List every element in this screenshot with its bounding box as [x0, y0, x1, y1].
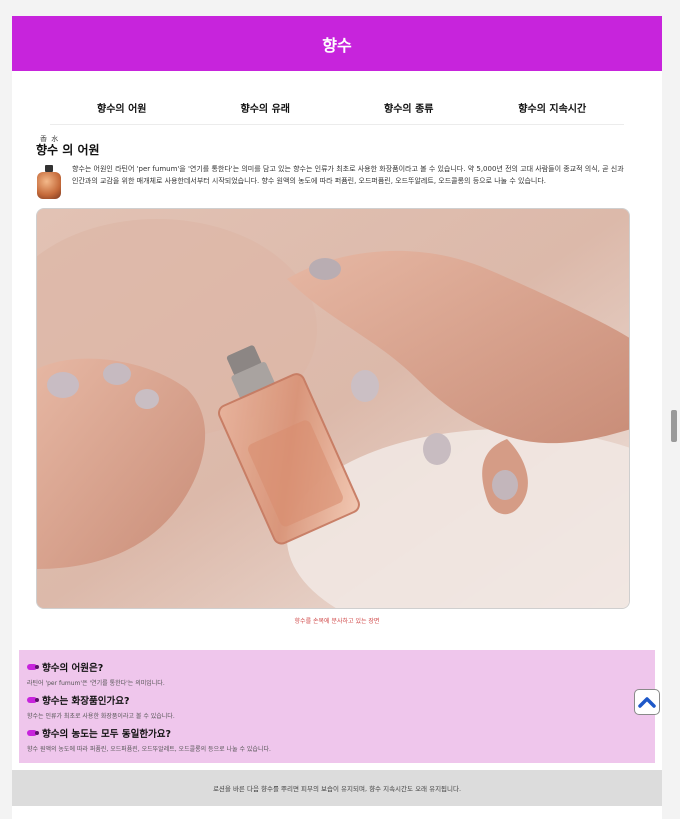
faq-question-text: 향수의 농도는 모두 동일한가요? — [42, 729, 172, 740]
page-container: 향수 향수의 어원 향수의 유래 향수의 종류 향수의 지속시간 香 水 향수 … — [12, 16, 662, 819]
faq-item: 향수는 화장품인가요? 향수는 인류가 최초로 사용한 화장품이라고 볼 수 있… — [27, 693, 647, 720]
site-title: 향수 — [322, 35, 352, 55]
faq-question-text: 향수는 화장품인가요? — [42, 696, 130, 707]
faq-question[interactable]: 향수는 화장품인가요? — [27, 693, 647, 707]
faq-answer: 향수 원액의 농도에 따라 퍼퓸린, 오드퍼퓸린, 오드뚜알레트, 오드콜롱의 … — [27, 746, 271, 753]
perfume-icon — [27, 730, 39, 736]
faq-item: 향수의 농도는 모두 동일한가요? 향수 원액의 농도에 따라 퍼퓸린, 오드퍼… — [27, 726, 647, 753]
nav-item-duration[interactable]: 향수의 지속시간 — [481, 100, 623, 115]
site-header: 향수 — [12, 16, 662, 71]
photo-caption: 향수를 손목에 분사하고 있는 장면 — [294, 618, 380, 625]
faq-answer: 향수는 인류가 최초로 사용한 화장품이라고 볼 수 있습니다. — [27, 713, 175, 720]
faq-section: 향수의 어원은? 라틴어 'per fumum'은 '연기를 통한다'는 의미입… — [19, 650, 655, 763]
faq-question[interactable]: 향수의 어원은? — [27, 660, 647, 674]
perfume-icon — [27, 664, 39, 670]
footer-text: 로션을 바른 다음 향수를 뿌리면 피부의 보습이 유지되며, 향수 지속시간도… — [212, 785, 462, 793]
nav-item-origin[interactable]: 향수의 유래 — [194, 100, 336, 115]
scroll-top-button[interactable] — [634, 689, 660, 715]
faq-item: 향수의 어원은? 라틴어 'per fumum'은 '연기를 통한다'는 의미입… — [27, 660, 647, 687]
perfume-spray-photo — [36, 208, 630, 609]
nav-item-types[interactable]: 향수의 종류 — [338, 100, 480, 115]
scrollbar-thumb[interactable] — [671, 410, 677, 442]
faq-question[interactable]: 향수의 농도는 모두 동일한가요? — [27, 726, 647, 740]
faq-answer: 라틴어 'per fumum'은 '연기를 통한다'는 의미입니다. — [27, 680, 165, 687]
title-ruby: 香 水 — [40, 135, 60, 143]
main-nav: 향수의 어원 향수의 유래 향수의 종류 향수의 지속시간 — [50, 91, 624, 125]
section-title: 향수 의 어원 — [36, 143, 100, 157]
nav-item-etymology[interactable]: 향수의 어원 — [51, 100, 193, 115]
intro-text: 향수는 어원인 라틴어 'per fumum'을 '연기를 통한다'는 의미를 … — [72, 165, 624, 186]
intro-block: 향수는 어원인 라틴어 'per fumum'을 '연기를 통한다'는 의미를 … — [36, 165, 630, 199]
etymology-section: 香 水 향수 의 어원 향수는 어원인 라틴어 'per fumum'을 '연기… — [36, 136, 630, 199]
site-footer: 로션을 바른 다음 향수를 뿌리면 피부의 보습이 유지되며, 향수 지속시간도… — [12, 770, 662, 806]
perfume-icon — [27, 697, 39, 703]
faq-question-text: 향수의 어원은? — [42, 663, 104, 674]
perfume-bottle-icon — [36, 165, 62, 199]
chevron-up-icon — [638, 697, 656, 708]
